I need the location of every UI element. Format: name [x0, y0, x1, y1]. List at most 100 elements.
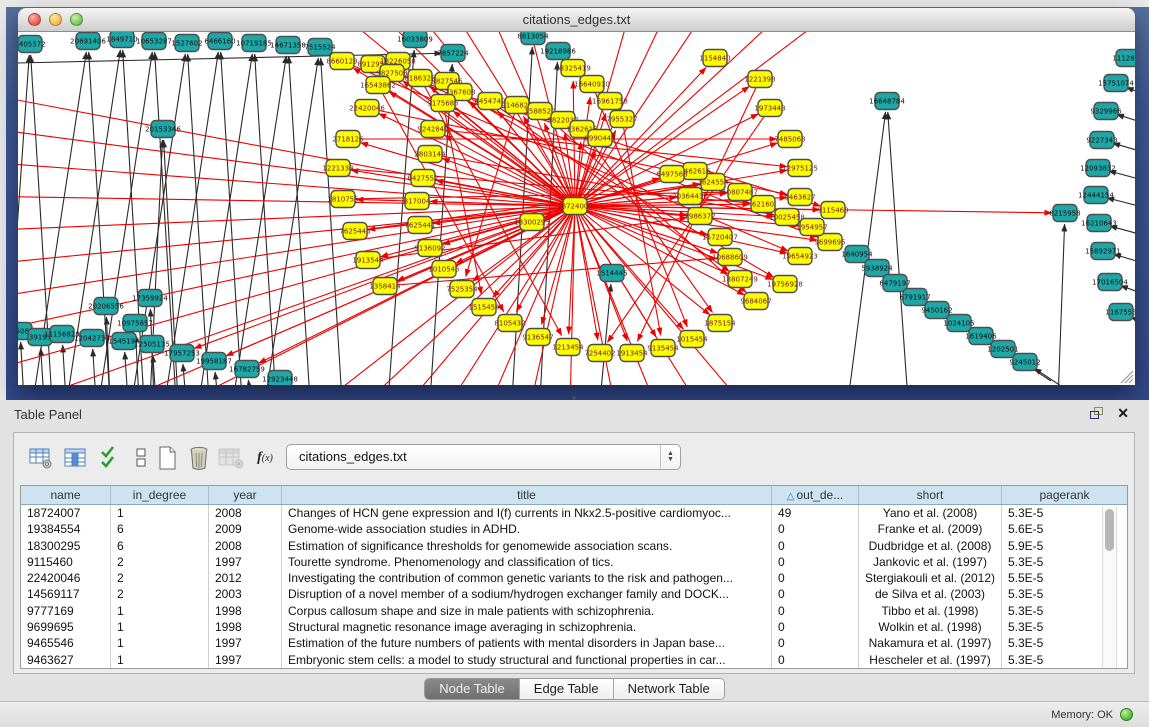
- cell-name[interactable]: 18300295: [21, 538, 111, 554]
- cell-name[interactable]: 22420046: [21, 570, 111, 586]
- network-node[interactable]: 19654923: [782, 248, 818, 265]
- cell-year[interactable]: 1997: [209, 554, 282, 570]
- network-node[interactable]: 9136547: [522, 329, 553, 346]
- network-node[interactable]: 1405572: [18, 36, 46, 53]
- network-node[interactable]: 7625441: [404, 217, 435, 234]
- network-node[interactable]: 16640910: [574, 76, 610, 93]
- float-panel-icon[interactable]: [1090, 407, 1105, 421]
- network-node[interactable]: 1221333: [322, 160, 353, 177]
- network-node[interactable]: 6497568: [656, 166, 687, 183]
- cell-in_degree[interactable]: 1: [111, 652, 209, 668]
- table-settings-icon[interactable]: [28, 445, 54, 471]
- network-node[interactable]: 9245012: [1009, 354, 1040, 371]
- column-header-title[interactable]: title: [282, 486, 772, 504]
- cell-year[interactable]: 2003: [209, 586, 282, 602]
- table-row[interactable]: 1830029562008Estimation of significance …: [21, 538, 1127, 554]
- cell-out_de[interactable]: 0: [772, 652, 859, 668]
- network-node[interactable]: 9242848: [417, 121, 448, 138]
- cell-out_de[interactable]: 0: [772, 586, 859, 602]
- network-node[interactable]: 14671358: [270, 37, 306, 54]
- cell-name[interactable]: 9777169: [21, 603, 111, 619]
- cell-out_de[interactable]: 0: [772, 619, 859, 635]
- cell-in_degree[interactable]: 6: [111, 538, 209, 554]
- column-header-in_degree[interactable]: in_degree: [111, 486, 209, 504]
- cell-title[interactable]: Estimation of significance thresholds fo…: [282, 538, 772, 554]
- cell-name[interactable]: 18724007: [21, 505, 111, 521]
- column-header-short[interactable]: short: [859, 486, 1002, 504]
- network-node[interactable]: 1973443: [754, 100, 785, 117]
- network-graph[interactable]: 1872400714055722069140618497101065328715…: [18, 32, 1135, 385]
- network-node[interactable]: 1213454: [552, 339, 584, 356]
- cell-short[interactable]: Yano et al. (2008): [859, 505, 1002, 521]
- cell-title[interactable]: Genome-wide association studies in ADHD.: [282, 521, 772, 537]
- cell-year[interactable]: 2009: [209, 521, 282, 537]
- network-canvas[interactable]: 1872400714055722069140618497101065328715…: [18, 32, 1135, 385]
- network-node[interactable]: 16033809: [397, 32, 433, 48]
- column-header-year[interactable]: year: [209, 486, 282, 504]
- cell-title[interactable]: Disruption of a novel member of a sodium…: [282, 586, 772, 602]
- cell-in_degree[interactable]: 2: [111, 586, 209, 602]
- table-row[interactable]: 969969511998Structural magnetic resonanc…: [21, 619, 1127, 635]
- network-node[interactable]: 817004: [404, 193, 431, 210]
- table-vertical-scrollbar[interactable]: [1102, 506, 1117, 668]
- network-node[interactable]: 12975125: [782, 160, 818, 177]
- network-node[interactable]: 12093832: [1080, 160, 1116, 177]
- network-node[interactable]: 9115460: [817, 202, 848, 219]
- cell-year[interactable]: 1998: [209, 603, 282, 619]
- network-node[interactable]: 9227343: [1086, 132, 1117, 149]
- cell-out_de[interactable]: 0: [772, 554, 859, 570]
- network-node[interactable]: 9136092: [414, 240, 445, 257]
- network-node[interactable]: 1913544: [352, 252, 384, 269]
- network-node[interactable]: 19218986: [540, 43, 576, 60]
- tab-edge-table[interactable]: Edge Table: [520, 679, 614, 699]
- column-header-pagerank[interactable]: pagerank: [1002, 486, 1127, 504]
- function-builder-icon[interactable]: f(x): [252, 445, 278, 471]
- cell-title[interactable]: Corpus callosum shape and size in male p…: [282, 603, 772, 619]
- network-node[interactable]: 9463627: [784, 189, 815, 206]
- network-node[interactable]: 10653287: [136, 33, 172, 50]
- cell-name[interactable]: 9463627: [21, 652, 111, 668]
- network-node[interactable]: 9684067: [740, 293, 771, 310]
- network-node[interactable]: 1010545: [428, 261, 459, 278]
- network-node[interactable]: 1849710: [106, 32, 137, 48]
- cell-out_de[interactable]: 0: [772, 538, 859, 554]
- network-node[interactable]: 6466160: [204, 33, 235, 50]
- cell-short[interactable]: Wolkin et al. (1998): [859, 619, 1002, 635]
- tab-node-table[interactable]: Node Table: [425, 679, 520, 699]
- network-node[interactable]: 1358414: [369, 278, 401, 295]
- network-node[interactable]: 9175685: [427, 95, 458, 112]
- network-node[interactable]: 20153346: [145, 121, 181, 138]
- network-node[interactable]: 12923448: [262, 371, 298, 386]
- network-node[interactable]: 9329966: [1090, 103, 1122, 120]
- memory-ok-icon[interactable]: [1120, 708, 1133, 721]
- network-node[interactable]: 10975857: [117, 315, 153, 332]
- network-node[interactable]: 16648784: [869, 93, 905, 110]
- cell-short[interactable]: Franke et al. (2009): [859, 521, 1002, 537]
- table-row[interactable]: 946362711997Embryonic stem cells: a mode…: [21, 652, 1127, 668]
- close-panel-icon[interactable]: ✕: [1117, 405, 1129, 422]
- cell-title[interactable]: Investigating the contribution of common…: [282, 570, 772, 586]
- cell-title[interactable]: Embryonic stem cells: a model to study s…: [282, 652, 772, 668]
- table-row[interactable]: 2242004622012Investigating the contribut…: [21, 570, 1127, 586]
- network-node[interactable]: 1527602: [171, 35, 202, 52]
- network-node[interactable]: 2803144: [414, 146, 446, 163]
- cell-title[interactable]: Estimation of the future numbers of pati…: [282, 635, 772, 651]
- table-row[interactable]: 911546021997Tourette syndrome. Phenomeno…: [21, 554, 1127, 570]
- network-node[interactable]: 7525354: [446, 281, 478, 298]
- network-node[interactable]: 1810755: [327, 191, 358, 208]
- network-node[interactable]: 15892971: [1085, 243, 1121, 260]
- network-node[interactable]: 8813054: [517, 32, 549, 45]
- network-node[interactable]: 18325419: [555, 60, 591, 77]
- cell-name[interactable]: 19384554: [21, 521, 111, 537]
- network-node[interactable]: 1875154: [704, 315, 736, 332]
- network-node[interactable]: 8990443: [584, 130, 615, 147]
- network-node[interactable]: 7254402: [584, 345, 615, 362]
- cell-short[interactable]: Stergiakouli et al. (2012): [859, 570, 1002, 586]
- network-node[interactable]: 1913454: [616, 345, 648, 362]
- network-node[interactable]: 9135454: [647, 340, 679, 357]
- table-row[interactable]: 946554611997Estimation of the future num…: [21, 635, 1127, 651]
- network-node[interactable]: 7485063: [774, 131, 805, 148]
- select-columns-icon[interactable]: [63, 445, 89, 471]
- cell-out_de[interactable]: 0: [772, 570, 859, 586]
- network-node[interactable]: 8660123: [326, 53, 357, 70]
